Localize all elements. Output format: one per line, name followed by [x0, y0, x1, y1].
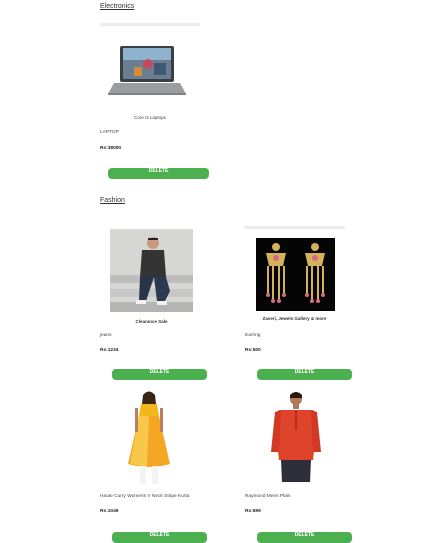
product-caption: Core i3 Laptops — [134, 115, 166, 120]
earring-image — [256, 238, 335, 311]
laptop-icon — [108, 46, 186, 95]
laptop-image — [100, 27, 200, 113]
image-top-border — [100, 23, 200, 26]
shirt-model-icon — [271, 392, 321, 482]
product-name: Earring — [245, 333, 261, 338]
product-price: Rs:1234 — [100, 348, 119, 353]
delete-button[interactable]: DELETE — [112, 532, 207, 543]
delete-button[interactable]: DELETE — [112, 369, 207, 380]
delete-button[interactable]: DELETE — [257, 369, 352, 380]
product-name: Haute Curry Womens V Neck Stripe Kurta — [100, 494, 190, 499]
product-price: Rs:500 — [245, 348, 261, 353]
product-price: Rs:1049 — [100, 509, 119, 514]
jeans-image — [110, 229, 193, 312]
product-price: Rs:38000 — [100, 146, 122, 151]
image-top-border — [244, 226, 345, 229]
delete-button[interactable]: DELETE — [257, 532, 352, 543]
delete-button[interactable]: DELETE — [108, 168, 209, 179]
shirt-image — [263, 390, 329, 486]
kurta-image — [118, 390, 180, 486]
earring-icon — [256, 238, 335, 311]
product-price: Rs:599 — [245, 509, 261, 514]
section-title-fashion: Fashion — [100, 197, 125, 204]
product-caption: Clearance Sale — [135, 319, 168, 324]
product-name: jeans — [100, 333, 112, 338]
product-name: Raymond Mens Plain — [245, 494, 291, 499]
kurta-model-icon — [128, 391, 170, 484]
section-title-electronics: Electronics — [100, 3, 135, 10]
product-caption: Zaveri, Jewels Gallery & more — [262, 316, 327, 321]
product-name: LAPTOP — [100, 130, 119, 135]
jeans-model-icon — [110, 229, 193, 312]
